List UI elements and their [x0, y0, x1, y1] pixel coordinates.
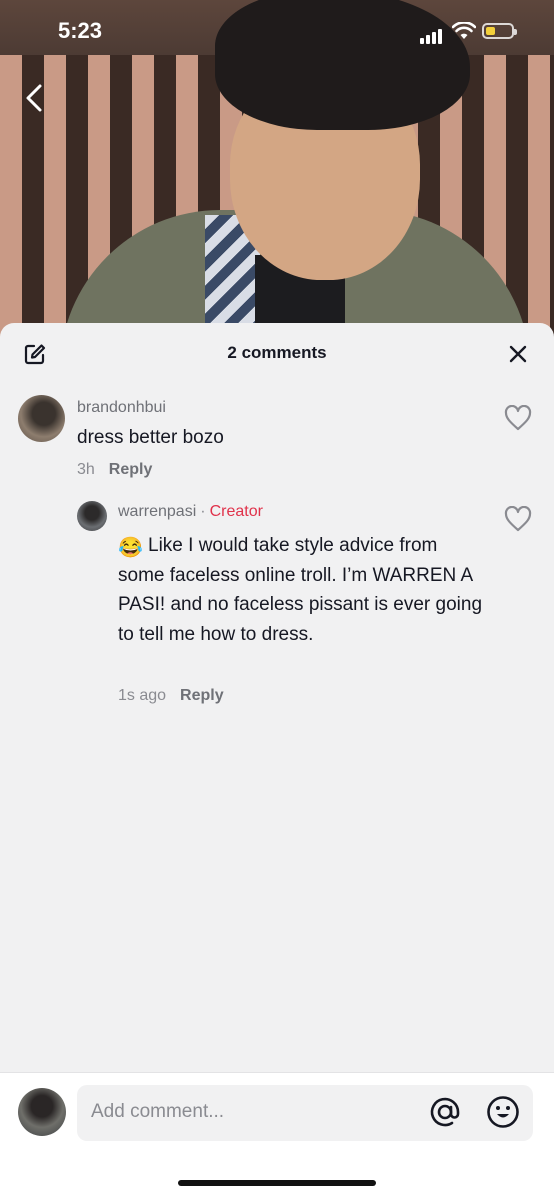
close-icon[interactable]	[507, 343, 529, 365]
emoji-icon[interactable]	[486, 1095, 520, 1129]
comment-input[interactable]: Add comment...	[77, 1085, 533, 1141]
reply-username-line: warrenpasi · Creator	[118, 503, 263, 521]
reply-text: Like I would take style advice from some…	[118, 535, 483, 645]
reply-username[interactable]: warrenpasi	[118, 503, 196, 520]
wifi-icon	[452, 22, 476, 39]
my-avatar	[18, 1088, 66, 1136]
heart-icon[interactable]	[504, 405, 532, 431]
creator-badge: Creator	[209, 503, 263, 520]
at-icon[interactable]	[428, 1095, 462, 1129]
battery-icon	[482, 23, 517, 39]
reply-meta: 1s ago Reply	[118, 687, 224, 705]
comment-time: 3h	[77, 461, 95, 478]
comment-count-title: 2 comments	[227, 343, 327, 362]
commenter-avatar[interactable]	[18, 395, 65, 442]
comment-text: dress better bozo	[77, 427, 224, 448]
comments-sheet: 2 comments brandonhbui dress better bozo…	[0, 323, 554, 1200]
sheet-header: 2 comments	[0, 323, 554, 383]
creator-avatar[interactable]	[77, 501, 107, 531]
signal-icon	[420, 26, 444, 44]
heart-icon[interactable]	[504, 506, 532, 532]
status-bar: 5:23	[0, 0, 554, 60]
reply-button[interactable]: Reply	[180, 687, 224, 704]
separator-dot: ·	[200, 503, 206, 520]
back-icon[interactable]	[20, 80, 50, 116]
reply-time: 1s ago	[118, 687, 167, 704]
comment-username[interactable]: brandonhbui	[77, 399, 166, 417]
reply-text-block: 😂 Like I would take style advice from som…	[118, 531, 488, 649]
home-indicator	[178, 1180, 376, 1186]
comment-meta: 3h Reply	[77, 461, 152, 479]
comment-input-placeholder: Add comment...	[91, 1101, 225, 1122]
laughing-emoji: 😂	[118, 537, 143, 559]
status-time: 5:23	[58, 18, 103, 43]
reply-button[interactable]: Reply	[109, 461, 153, 478]
